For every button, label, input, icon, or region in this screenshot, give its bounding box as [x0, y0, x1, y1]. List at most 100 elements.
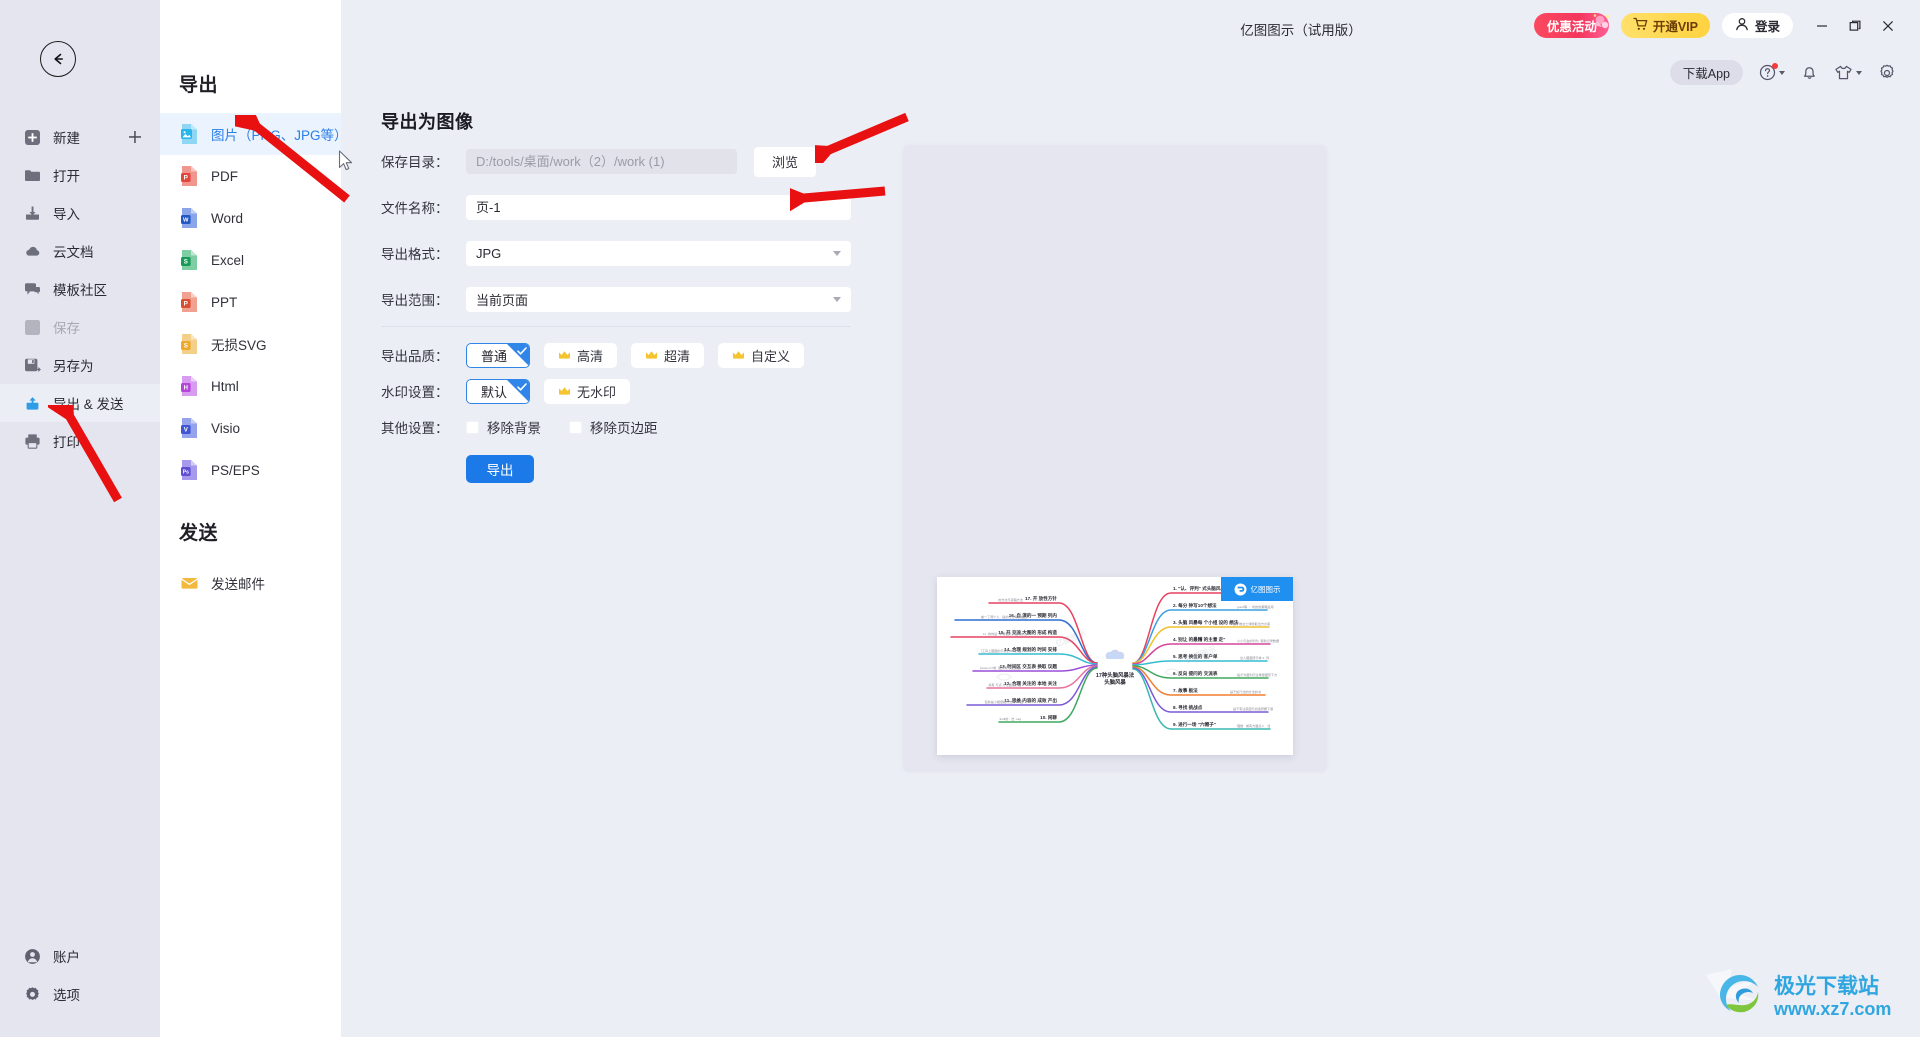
svg-text:11 ·的时后 ·中有相大小图时方法: 11 ·的时后 ·中有相大小图时方法 [983, 631, 1027, 636]
maximize-button[interactable] [1847, 18, 1863, 34]
promo-button[interactable]: 优惠活动 [1533, 13, 1610, 38]
format-item-label: 图片（PNG、JPG等） [211, 128, 348, 143]
crown-icon [645, 350, 658, 361]
svg-text:提示为图列示注重量图形下方: 提示为图列示注重量图形下方 [1237, 672, 1277, 677]
sidebar-item-label: 模板社区 [53, 283, 107, 298]
sidebar-item-label: 导入 [53, 207, 80, 222]
remove-margin-label[interactable]: 移除页边距 [590, 417, 658, 437]
field-range-row: 导出范围： 当前页面 [381, 281, 851, 317]
account-icon [23, 947, 41, 965]
range-label: 导出范围： [381, 293, 449, 308]
svg-text:（工具上图图的示意的000方法 ·: （工具上图图的示意的000方法 · [979, 648, 1023, 653]
format-item-svg[interactable]: S 无损SVG [160, 323, 341, 365]
quality-option-hd[interactable]: 高清 [544, 342, 618, 368]
format-item-label: Word [211, 210, 244, 226]
svg-text:2. 每分 钟写10个想法: 2. 每分 钟写10个想法 [1173, 602, 1217, 609]
quality-option-custom[interactable]: 自定义 [718, 342, 805, 368]
format-label: 导出格式： [381, 247, 449, 262]
gear-icon [1880, 64, 1894, 78]
save-dir-input[interactable] [466, 148, 737, 174]
back-button[interactable] [40, 41, 76, 77]
format-item-excel[interactable]: S Excel [160, 239, 341, 281]
format-item-word[interactable]: W Word [160, 197, 341, 239]
svg-text:这人图图研示体 4 ·列: 这人图图研示体 4 ·列 [1240, 655, 1269, 660]
help-button[interactable] [1759, 63, 1785, 81]
notifications-button[interactable] [1801, 64, 1818, 81]
format-item-ppt[interactable]: P PPT [160, 281, 341, 323]
sidebar-item-save-as[interactable]: 另存为 [0, 346, 160, 384]
sidebar-item-save[interactable]: 保存 [0, 308, 160, 346]
svg-text:H: H [184, 386, 188, 392]
add-new-button[interactable] [128, 130, 142, 144]
browse-button[interactable]: 浏览 [753, 145, 817, 178]
format-item-image[interactable]: 图片（PNG、JPG等） [160, 113, 348, 155]
svg-text:P: P [184, 175, 189, 182]
mail-icon [180, 572, 199, 594]
sidebar-item-import[interactable]: 导入 [0, 194, 160, 232]
range-select[interactable]: 当前页面 [466, 286, 851, 312]
watermark-option-none[interactable]: 无水印 [544, 378, 631, 404]
svg-text:Ps: Ps [183, 469, 189, 475]
field-save-dir-row: 保存目录： 浏览 [381, 143, 851, 179]
theme-button[interactable] [1834, 64, 1862, 81]
sidebar-item-open[interactable]: 打开 [0, 156, 160, 194]
svg-text:S: S [184, 343, 188, 350]
svg-text:执有 与点 方法图点方法 ·: 执有 与点 方法图点方法 · [988, 682, 1023, 687]
close-button[interactable] [1880, 18, 1896, 34]
format-item-visio[interactable]: V Visio [160, 407, 341, 449]
remove-margin-checkbox[interactable] [569, 420, 582, 434]
ppt-file-icon: P [180, 291, 199, 313]
svg-text:9. 进行一场 "六帽子": 9. 进行一场 "六帽子" [1173, 721, 1216, 728]
sidebar-item-label: 账户 [53, 950, 80, 965]
sidebar-item-label: 打开 [53, 169, 80, 184]
vip-button[interactable]: 开通VIP [1620, 13, 1710, 38]
settings-button[interactable] [1878, 64, 1896, 82]
sidebar-item-account[interactable]: 账户 [0, 937, 160, 975]
format-item-ps-eps[interactable]: Ps PS/EPS [160, 449, 341, 491]
main-content: 亿图图示（试用版） 优惠活动 开通VIP 登录 下载App 导出为图像 保存目录… [341, 0, 1920, 1037]
sidebar-item-label: 保存 [53, 321, 80, 336]
format-item-label: PPT [211, 294, 238, 310]
selected-check-badge [507, 379, 530, 402]
remove-background-checkbox[interactable] [466, 420, 479, 434]
sidebar-item-print[interactable]: 打印 [0, 422, 160, 460]
quality-option-normal[interactable]: 普通 [466, 342, 531, 368]
top-right-actions: 优惠活动 开通VIP 登录 [1533, 13, 1896, 38]
quality-option-uhd[interactable]: 超清 [631, 342, 705, 368]
download-app-button[interactable]: 下载App [1669, 60, 1743, 85]
svg-text:9xdf的 · 法 ·cag ·: 9xdf的 · 法 ·cag · [999, 716, 1023, 721]
other-settings-row: 其他设置： 移除背景 移除页边距 [381, 409, 851, 445]
sidebar-item-community[interactable]: 模板社区 [0, 270, 160, 308]
import-icon [23, 204, 41, 222]
top-bar: 亿图图示（试用版） 优惠活动 开通VIP 登录 [682, 0, 1920, 58]
login-button[interactable]: 登录 [1721, 13, 1793, 38]
remove-background-label[interactable]: 移除背景 [487, 417, 541, 437]
watermark-option-default[interactable]: 默认 [466, 378, 531, 404]
send-heading: 发送 [179, 523, 219, 544]
quality-option-label: 超清 [664, 348, 691, 364]
format-select[interactable]: JPG [466, 240, 851, 266]
minimize-button[interactable] [1814, 18, 1830, 34]
send-item-mail[interactable]: 发送邮件 [160, 562, 341, 604]
field-format-row: 导出格式： JPG [381, 235, 851, 271]
export-format-panel: 导出 图片（PNG、JPG等） P PDF W Word S Excel P P… [160, 0, 348, 1037]
sidebar-item-export-send[interactable]: 导出 & 发送 [0, 384, 160, 422]
format-item-html[interactable]: H Html [160, 365, 341, 407]
mindmap-preview-svg: 17种头脑风暴法 头脑风暴 1. "认、评判" 式头脑风暴 2. 每分 钟写10… [937, 577, 1293, 755]
svg-text:基于如行法的方法的书: 基于如行法的方法的书 [1230, 689, 1261, 694]
rail-item-list: 新建 打开 导入 云文档 模板社区 保存 另存为 导出 & 发送 打印 [0, 118, 160, 460]
sidebar-item-options[interactable]: 选项 [0, 975, 160, 1013]
folder-icon [23, 166, 41, 184]
export-button[interactable]: 导出 [466, 455, 534, 483]
shirt-icon [1835, 65, 1852, 80]
sidebar-item-new[interactable]: 新建 [0, 118, 160, 156]
format-item-pdf[interactable]: P PDF [160, 155, 341, 197]
document-thumbnail[interactable]: 17种头脑风暴法 头脑风暴 1. "认、评判" 式头脑风暴 2. 每分 钟写10… [937, 577, 1293, 755]
file-name-input[interactable] [466, 194, 851, 220]
sidebar-item-label: 选项 [53, 988, 80, 1003]
vip-label: 开通VIP [1652, 20, 1698, 34]
selected-check-badge [507, 343, 530, 366]
watermark-label: 水印设置： [381, 385, 449, 400]
sidebar-item-cloud[interactable]: 云文档 [0, 232, 160, 270]
svg-text:P: P [184, 301, 189, 308]
